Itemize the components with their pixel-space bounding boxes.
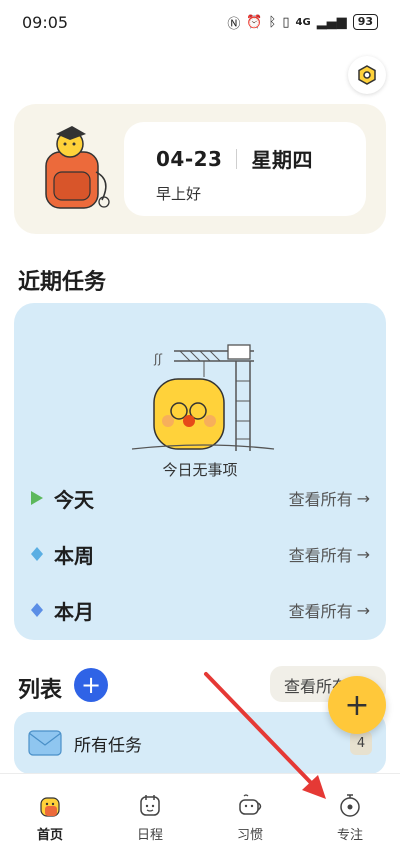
date-divider — [236, 148, 238, 169]
arrow-right-icon: → — [356, 488, 370, 508]
list-item-label: 所有任务 — [74, 735, 142, 756]
date-text: 04-23 — [156, 146, 223, 171]
nav-habits[interactable]: 习惯 — [205, 792, 295, 866]
view-all-month-link[interactable]: 查看所有 → — [289, 598, 370, 622]
play-icon — [31, 491, 43, 505]
empty-state-text: 今日无事项 — [162, 461, 238, 479]
signal-icon: ▂▄▆ — [316, 14, 347, 30]
status-bar: 09:05 Ⓝ ⏰ ᛒ ▯ 4G ▂▄▆ 93 — [0, 0, 400, 44]
greeting-text: 早上好 — [156, 185, 202, 203]
vibrate-icon: ▯ — [282, 14, 290, 30]
arrow-right-icon: → — [356, 600, 370, 620]
calendar-icon — [140, 795, 160, 816]
bluetooth-icon: ᛒ — [268, 14, 277, 30]
alarm-icon: ⏰ — [246, 14, 263, 30]
nav-focus[interactable]: 专注 — [305, 792, 395, 866]
diamond-icon — [31, 547, 43, 561]
status-icons: Ⓝ ⏰ ᛒ ▯ 4G ▂▄▆ 93 — [227, 13, 378, 32]
period-month[interactable]: 本月 查看所有 → — [30, 595, 370, 625]
nav-schedule[interactable]: 日程 — [105, 792, 195, 866]
nfc-icon: Ⓝ — [227, 16, 241, 32]
settings-icon — [358, 65, 376, 85]
habit-cup-icon — [239, 794, 262, 815]
greeting-card: 04-23 星期四 早上好 — [14, 104, 386, 234]
diamond-icon — [31, 603, 43, 617]
recent-tasks-panel: ʃʃ 今日无事项 今天 查看所有 → 本周 查看所有 → 本月 查看所有 → — [14, 303, 386, 640]
envelope-icon — [28, 730, 62, 756]
view-all-week-link[interactable]: 查看所有 → — [289, 542, 370, 566]
svg-text:ʃʃ: ʃʃ — [153, 352, 163, 366]
view-all-today-link[interactable]: 查看所有 → — [289, 486, 370, 510]
period-week[interactable]: 本周 查看所有 → — [30, 539, 370, 569]
stopwatch-icon — [340, 794, 360, 817]
recent-tasks-title: 近期任务 — [18, 270, 107, 295]
settings-button[interactable] — [348, 56, 386, 94]
home-mascot-icon — [40, 797, 60, 817]
status-time: 09:05 — [22, 12, 69, 32]
battery-indicator: 93 — [352, 14, 378, 30]
mascot-backpack-illustration — [45, 126, 110, 209]
list-section-title: 列表 — [18, 678, 63, 703]
date-card: 04-23 星期四 早上好 — [124, 122, 366, 216]
nav-home[interactable]: 首页 — [5, 792, 95, 866]
arrow-right-icon: → — [356, 544, 370, 564]
period-label: 本周 — [54, 543, 94, 568]
period-label: 本月 — [54, 599, 94, 624]
period-today[interactable]: 今天 查看所有 → — [30, 483, 370, 513]
plus-icon: + — [344, 687, 370, 723]
network-type: 4G — [295, 16, 311, 28]
weekday-text: 星期四 — [251, 148, 313, 172]
empty-state-illustration: ʃʃ — [131, 344, 275, 451]
bottom-navigation: 首页 日程 习惯 专注 — [0, 773, 400, 866]
add-list-button[interactable]: + — [74, 668, 108, 702]
plus-icon: + — [80, 671, 102, 699]
period-label: 今天 — [54, 487, 94, 512]
list-item-all-tasks[interactable]: 所有任务 4 — [14, 712, 386, 774]
add-task-fab[interactable]: + — [328, 676, 386, 734]
task-count-badge: 4 — [350, 731, 372, 755]
